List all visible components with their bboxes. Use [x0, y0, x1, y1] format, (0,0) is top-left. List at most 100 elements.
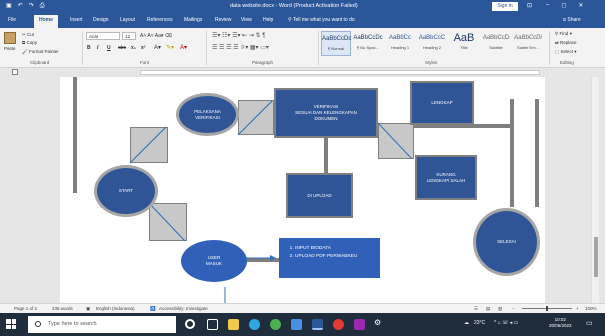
minimize-button[interactable]: –: [546, 2, 549, 9]
task-view-icon[interactable]: [207, 319, 218, 330]
style-subtle-emphasis[interactable]: AaBbCcDi Subtle Em...: [513, 31, 543, 56]
tab-layout[interactable]: Layout: [120, 17, 135, 23]
selesai-node[interactable]: SELESAI: [473, 208, 540, 276]
weather-icon[interactable]: ☁: [464, 320, 469, 326]
settings-icon[interactable]: ⚙: [374, 318, 381, 327]
sign-in-button[interactable]: Sign in: [492, 2, 518, 11]
style-title[interactable]: AaB Title: [449, 31, 479, 56]
font-size-grow-icons[interactable]: A˄ A˅ Aa▾ ⌫: [140, 33, 172, 39]
ruler-bar[interactable]: [140, 70, 540, 75]
accessibility-status[interactable]: Accessibility: Investigate: [159, 306, 208, 311]
web-layout-icon[interactable]: ▥: [498, 306, 502, 312]
format-painter-button[interactable]: 🖌 Format Painter: [22, 49, 59, 55]
font-name-select[interactable]: Arial: [86, 32, 120, 40]
tab-view[interactable]: View: [241, 17, 252, 23]
tab-insert[interactable]: Insert: [70, 17, 83, 23]
find-button[interactable]: ⚲ Find ▾: [555, 31, 572, 37]
copy-label: Copy: [26, 40, 37, 45]
tab-help[interactable]: Help: [263, 17, 273, 23]
node-text: VERIFIKASI: [195, 114, 220, 120]
redo-icon[interactable]: ↷: [29, 3, 34, 10]
paste-icon[interactable]: [4, 32, 16, 44]
list-buttons[interactable]: ☰▾ ☷▾ ☰▾ ⇤ ⇥ ⇅ ¶: [212, 32, 265, 39]
highlight-color-icon[interactable]: ✎▾: [166, 44, 174, 51]
text-effects-icon[interactable]: A▾: [154, 44, 161, 51]
taskbar-search-input[interactable]: Type here to search: [28, 316, 176, 333]
file-explorer-icon[interactable]: [228, 319, 239, 330]
copy-button[interactable]: ⧉ Copy: [22, 40, 37, 45]
input-list-box[interactable]: INPUT BIODATA UPLOAD PDF PERWABKEU: [279, 238, 380, 278]
accessibility-icon[interactable]: ♿: [150, 306, 156, 312]
style-subtitle[interactable]: AaBbCcD Subtitle: [481, 31, 511, 56]
style-heading-2[interactable]: AaBbCcC Heading 2: [417, 31, 447, 56]
tell-me-search[interactable]: ⚲ Tell me what you want to do: [288, 17, 355, 23]
pelaksana-verifikasi-node[interactable]: PELAKSANA VERIFIKASI: [176, 93, 239, 136]
alignment-buttons[interactable]: ☰ ☰ ☰ ☰ ⇳▾ ▦▾ ▭▾: [212, 44, 269, 51]
cut-button[interactable]: ✂ Cut: [22, 32, 34, 38]
print-layout-icon[interactable]: ▤: [486, 306, 490, 312]
store-icon[interactable]: [291, 319, 302, 330]
tab-review[interactable]: Review: [215, 17, 231, 23]
start-node[interactable]: START: [94, 165, 158, 217]
share-button[interactable]: ⍝ Share: [563, 17, 581, 23]
chrome-icon[interactable]: [270, 319, 281, 330]
zoom-in-icon[interactable]: +: [576, 306, 579, 311]
superscript-button[interactable]: x²: [141, 45, 145, 51]
font-size-select[interactable]: 12: [122, 32, 136, 40]
style-normal[interactable]: AaBbCcDc ¶ Normal: [321, 31, 351, 56]
style-heading-1[interactable]: AaBbCc Heading 1: [385, 31, 415, 56]
close-button[interactable]: ✕: [578, 2, 583, 9]
zoom-slider[interactable]: [522, 306, 572, 311]
tab-file[interactable]: File: [8, 17, 16, 23]
tab-mailings[interactable]: Mailings: [184, 17, 202, 23]
save-icon[interactable]: ▣: [6, 3, 12, 10]
kurang-lengkap-node[interactable]: KURANG LENGKAP/ SALAH: [415, 155, 477, 200]
tab-design[interactable]: Design: [93, 17, 109, 23]
style-preview: AaBbCc: [388, 35, 411, 41]
style-name: Heading 2: [422, 45, 442, 50]
vertical-scrollbar[interactable]: [591, 77, 599, 303]
strikethrough-button[interactable]: abc: [118, 45, 126, 51]
language-indicator[interactable]: English (Indonesia): [96, 306, 135, 311]
underline-button[interactable]: U: [107, 45, 111, 51]
paste-button[interactable]: Paste: [4, 46, 16, 51]
opera-icon[interactable]: [333, 319, 344, 330]
select-button[interactable]: ⬚ Select ▾: [555, 49, 577, 55]
subscript-button[interactable]: x₂: [131, 45, 136, 51]
style-no-spacing[interactable]: AaBbCcDc ¶ No Spac...: [353, 31, 383, 56]
zoom-level[interactable]: 100%: [585, 306, 597, 311]
word-icon[interactable]: [312, 319, 323, 330]
zoom-slider-knob[interactable]: [546, 306, 548, 311]
tab-selector-icon[interactable]: [12, 69, 18, 75]
lengkap-node[interactable]: LENGKAP: [410, 81, 474, 125]
undo-icon[interactable]: ↶: [18, 3, 23, 10]
replace-button[interactable]: ⇄ Replace: [555, 40, 577, 46]
diupload-node[interactable]: DI UPLOAD: [286, 173, 353, 218]
edge-icon[interactable]: [249, 319, 260, 330]
weather-temp[interactable]: 23°C: [474, 320, 485, 326]
app-icon[interactable]: [354, 319, 365, 330]
font-color-icon[interactable]: A▾: [180, 44, 187, 51]
print-preview-icon[interactable]: ⎙: [40, 3, 45, 10]
word-count[interactable]: 238 words: [52, 306, 73, 311]
user-masuk-node[interactable]: USER MASUK: [181, 240, 247, 282]
cortana-icon[interactable]: [185, 319, 195, 329]
tab-home[interactable]: Home: [34, 15, 58, 28]
ribbon-display-options-icon[interactable]: ⊡: [527, 2, 532, 9]
zoom-out-icon[interactable]: −: [512, 306, 515, 311]
bold-button[interactable]: B: [87, 45, 91, 51]
notification-icon[interactable]: ▭: [586, 319, 593, 327]
verifikasi-node[interactable]: VERIFIKASI SESUAI DAN KELENGKAPAN DOKUME…: [274, 88, 378, 138]
system-clock[interactable]: 10:02 20/06/2022: [549, 317, 572, 329]
page-count[interactable]: Page 1 of 2: [14, 306, 37, 311]
focus-mode-icon[interactable]: ☰: [474, 306, 478, 312]
scrollbar-thumb[interactable]: [594, 237, 598, 277]
maximize-button[interactable]: ◻: [561, 2, 566, 9]
proofing-icon[interactable]: ▣: [86, 306, 90, 312]
tab-references[interactable]: References: [147, 17, 173, 23]
tray-icons[interactable]: ^ ⌂ ☏ ◂ ▭: [494, 320, 518, 326]
document-page[interactable]: PELAKSANA VERIFIKASI VERIFIKASI SESUAI D…: [60, 77, 545, 303]
style-preview: AaBbCcC: [418, 35, 446, 41]
italic-button[interactable]: I: [97, 45, 98, 51]
windows-start-icon[interactable]: [6, 319, 16, 329]
